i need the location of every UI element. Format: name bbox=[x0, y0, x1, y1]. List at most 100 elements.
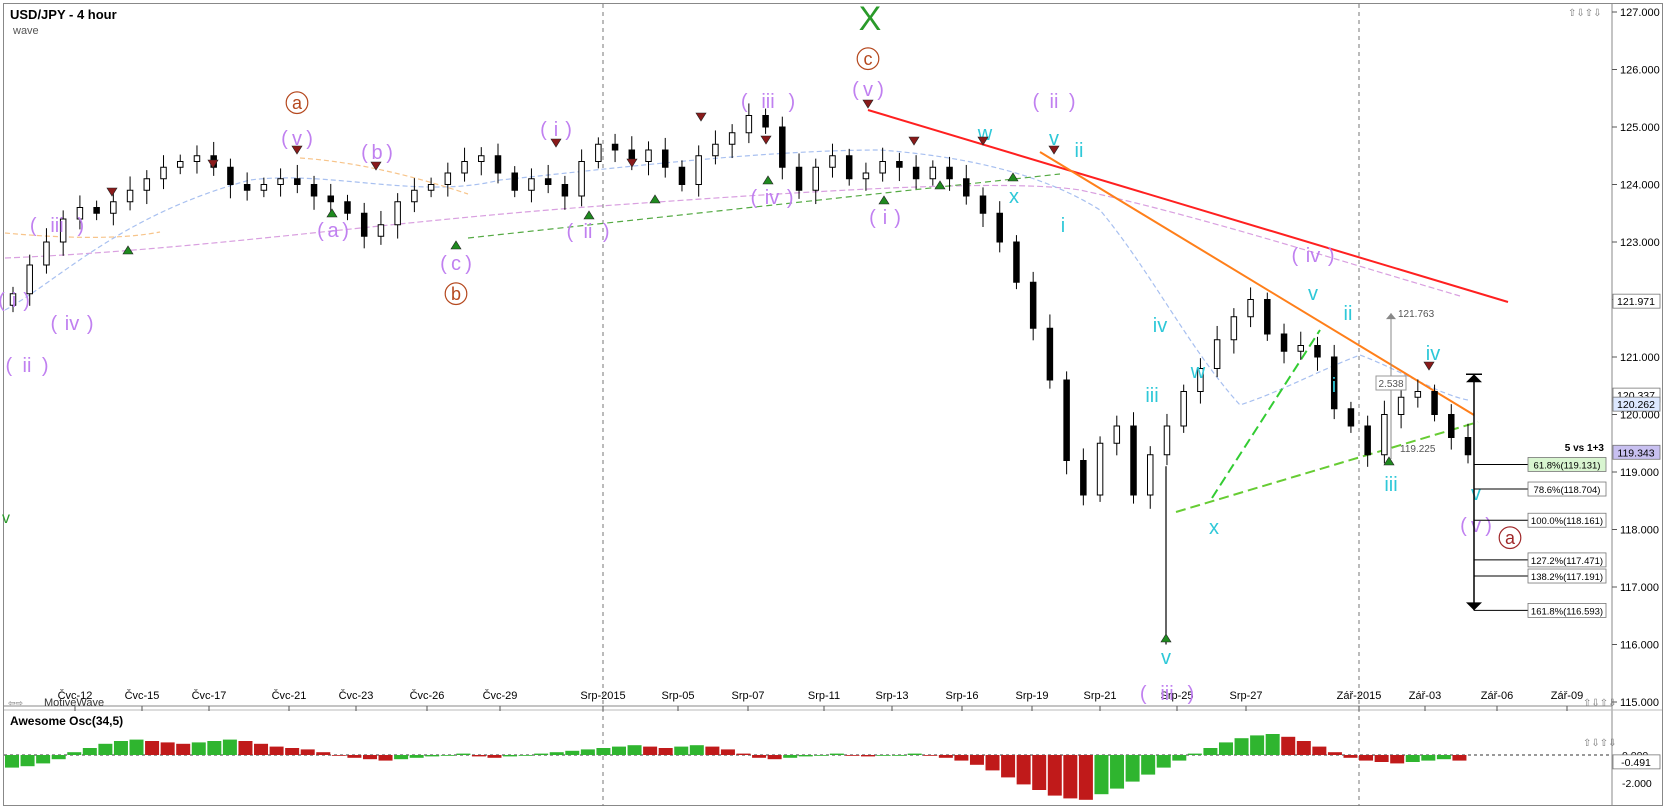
wave-x-cyan-top-text: x bbox=[1009, 186, 1019, 208]
fib-level[interactable]: 138.2%(117.191) bbox=[1527, 568, 1607, 584]
fibonacci-projection[interactable]: 121.763 2.538 119.225 5 vs 1+3 61.8%(119.131… bbox=[1375, 309, 1607, 618]
candle bbox=[996, 201, 1003, 253]
wave-v-a-open: ( bbox=[281, 128, 288, 150]
osc-bar bbox=[1312, 746, 1327, 755]
price-tick-label: 119.000 bbox=[1620, 467, 1659, 479]
osc-bar bbox=[923, 755, 938, 756]
wave-iv-cyan-text: iv bbox=[1153, 315, 1167, 337]
osc-bar bbox=[456, 753, 471, 755]
osc-bar bbox=[285, 748, 300, 755]
price-badges: 121.971120.337120.262119.343 bbox=[1612, 293, 1661, 460]
pane-scroll-icons[interactable]: ⇧⇩⇧⇩ bbox=[1583, 698, 1617, 709]
candle bbox=[1448, 404, 1455, 450]
candle-body bbox=[193, 155, 201, 162]
candle-body bbox=[243, 184, 251, 191]
candle bbox=[227, 158, 234, 199]
wave-v-sep-close: ) bbox=[1485, 515, 1492, 537]
wave-iii-left-close: ) bbox=[77, 215, 84, 237]
time-tick-label: Zář-03 bbox=[1409, 690, 1441, 702]
osc-bar bbox=[1094, 755, 1109, 795]
price-tick-label: 126.000 bbox=[1620, 65, 1660, 77]
wave-w-cyan-bottom: w bbox=[1190, 361, 1206, 383]
fib-bottom-arrow-icon bbox=[1466, 602, 1482, 611]
red-resistance-line[interactable] bbox=[867, 109, 1509, 303]
orange-resistance-line[interactable] bbox=[1039, 151, 1475, 416]
candle-body bbox=[461, 161, 468, 174]
wave-i-cyan-mid: i bbox=[1332, 375, 1336, 397]
price-axis[interactable]: 127.000126.000125.000124.000123.000122.0… bbox=[1612, 7, 1660, 709]
wave-v-cyan-low-text: v bbox=[1161, 647, 1171, 669]
wave-ii-sep-open: ( bbox=[1032, 91, 1039, 113]
price-tick-label: 127.000 bbox=[1620, 7, 1660, 19]
osc-bar bbox=[1141, 755, 1156, 775]
fib-level[interactable]: 100.0%(118.161) bbox=[1527, 512, 1607, 528]
candle bbox=[1347, 401, 1355, 433]
osc-bar bbox=[954, 755, 969, 761]
osc-bar bbox=[1452, 755, 1467, 761]
wave-iv-left-open: ( bbox=[50, 313, 57, 335]
brand-label: MotiveWave bbox=[44, 697, 104, 709]
swing-high-marker bbox=[370, 161, 382, 171]
osc-bar bbox=[596, 748, 611, 755]
price-chart[interactable]: 127.000126.000125.000124.000123.000122.0… bbox=[0, 0, 1668, 812]
osc-scroll-icons[interactable]: ⇧⇩⇧⇩ bbox=[1583, 738, 1617, 749]
wave-ii-aug-text: ii bbox=[584, 221, 593, 243]
price-badge: 121.971 bbox=[1612, 293, 1661, 309]
osc-bar bbox=[907, 753, 922, 755]
pane-controls[interactable]: ⇧⇩⇧⇩ ⇧⇩⇧⇩ bbox=[1583, 698, 1617, 749]
fib-level[interactable]: 127.2%(117.471) bbox=[1527, 552, 1607, 568]
scroll-arrows-icon[interactable]: ⇦⇨ bbox=[8, 698, 24, 708]
candle bbox=[795, 153, 803, 199]
wave-iii-aug-close: ) bbox=[788, 91, 795, 113]
candle bbox=[1414, 379, 1422, 408]
candle-body bbox=[394, 201, 401, 226]
candle bbox=[1381, 400, 1388, 464]
osc-bar bbox=[969, 755, 984, 765]
fib-level[interactable]: 78.6%(118.704) bbox=[1527, 481, 1607, 497]
wave-ii-cyan-mid-text: ii bbox=[1344, 303, 1353, 325]
wave-c-minor-text: c bbox=[451, 253, 461, 275]
osc-bar bbox=[1374, 755, 1389, 762]
wave-iv-left: (iv) bbox=[50, 313, 93, 335]
candle bbox=[912, 155, 920, 190]
candle bbox=[294, 164, 301, 194]
time-tick-label: Čvc-29 bbox=[483, 689, 518, 702]
wave-v-cyan-target: v bbox=[1471, 483, 1481, 505]
candle-body bbox=[1381, 414, 1388, 456]
candle bbox=[193, 145, 201, 174]
wave-ii-left-close: ) bbox=[42, 355, 49, 377]
price-badge: 119.343 bbox=[1612, 444, 1661, 460]
osc-bar bbox=[160, 742, 175, 755]
candle bbox=[544, 164, 552, 194]
swing-high-marker bbox=[291, 145, 303, 155]
scroll-icons[interactable]: ⇧⇩⇧⇩ bbox=[1568, 8, 1602, 19]
green-support-line[interactable] bbox=[1175, 421, 1479, 513]
fib-level[interactable]: 161.8%(116.593) bbox=[1527, 603, 1607, 618]
candle-body bbox=[1230, 316, 1238, 341]
osc-bar bbox=[1296, 741, 1311, 755]
candle bbox=[344, 194, 351, 221]
wave-labels: Xcaba(v)(b)(a)(c)(i)(ii)(iii)(iv)(i)(ii)… bbox=[0, 0, 1522, 705]
candle bbox=[528, 168, 535, 203]
candle-body bbox=[1264, 299, 1271, 335]
candle-body bbox=[478, 155, 485, 162]
candle-body bbox=[829, 155, 836, 168]
time-axis[interactable]: Čvc-12 Čvc-15 Čvc-17 Čvc-21 Čvc-23 Čvc-26 Čvc-… bbox=[58, 689, 1584, 711]
window-controls[interactable]: ⇧⇩⇧⇩ bbox=[1568, 8, 1602, 19]
candle-body bbox=[1146, 454, 1154, 496]
wave-iii-sep-open: ( bbox=[1140, 683, 1147, 705]
osc-bar bbox=[1016, 755, 1031, 785]
candle-body bbox=[511, 172, 518, 191]
candle-body bbox=[110, 201, 117, 214]
fib-level[interactable]: 61.8%(119.131) bbox=[1527, 457, 1607, 472]
ma-short-line-2 bbox=[299, 157, 469, 195]
price-badge-label: 120.262 bbox=[1617, 399, 1655, 411]
osc-bar bbox=[331, 755, 346, 756]
candle-body bbox=[661, 149, 669, 168]
chart-window: 127.000126.000125.000124.000123.000122.0… bbox=[0, 0, 1668, 812]
candle-body bbox=[160, 166, 167, 180]
candle-body bbox=[561, 184, 569, 197]
candle-body bbox=[277, 178, 284, 185]
green-channel-line[interactable] bbox=[1211, 329, 1321, 499]
time-tick-label: Zář-09 bbox=[1551, 690, 1583, 702]
